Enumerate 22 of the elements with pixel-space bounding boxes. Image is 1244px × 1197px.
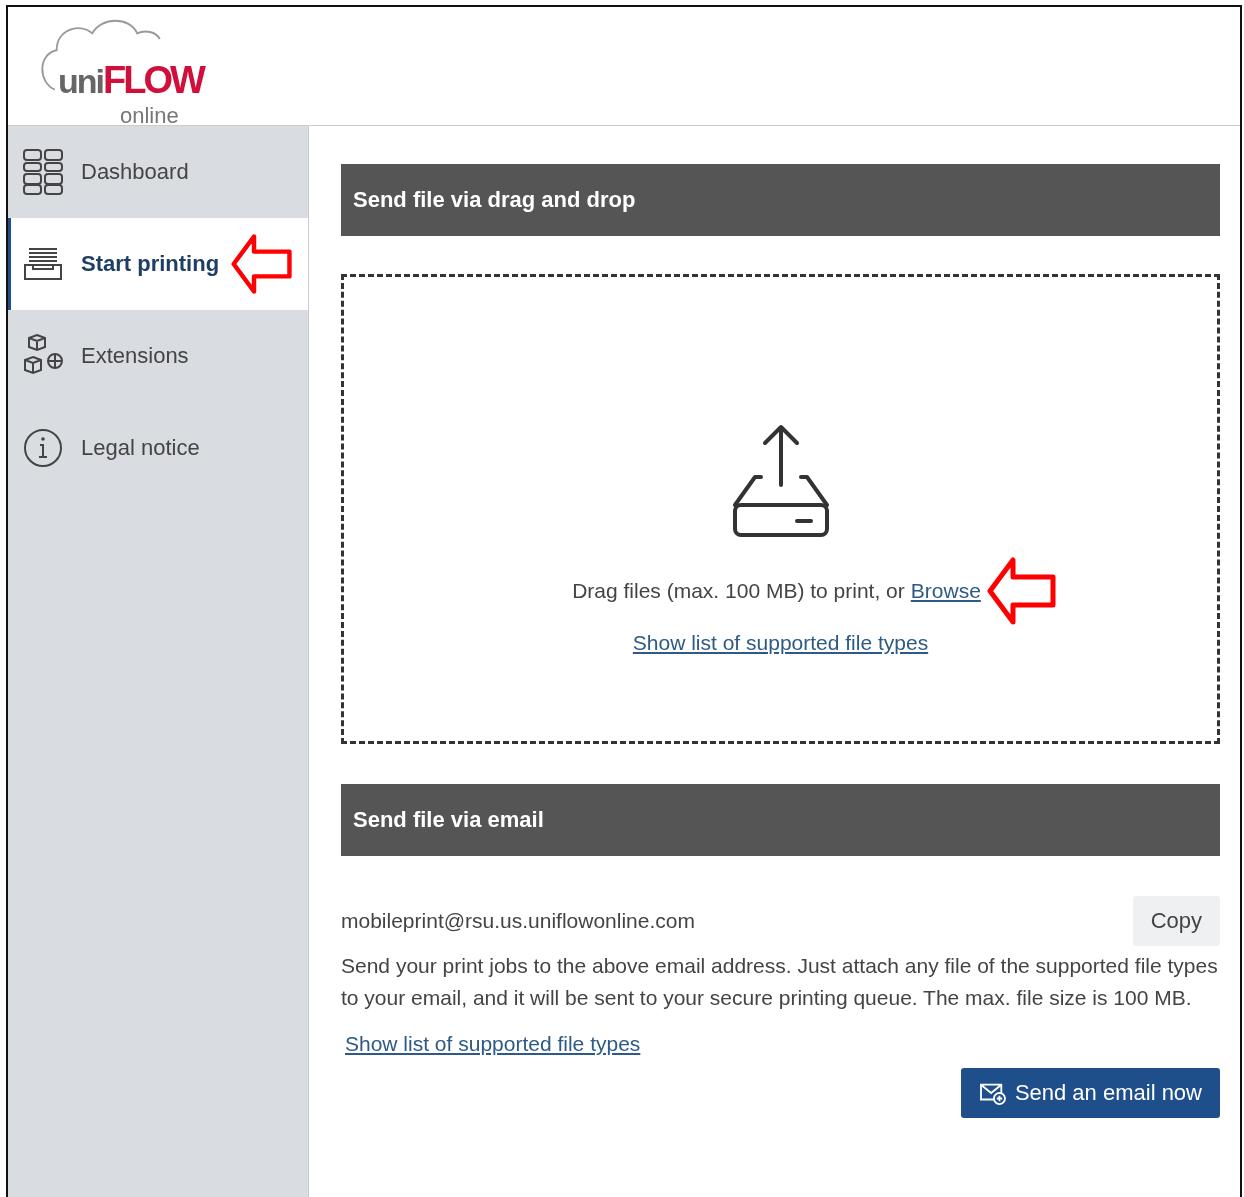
logo-brand: FLOW	[103, 59, 203, 102]
grid-icon	[23, 149, 63, 195]
sidebar-item[interactable]: Dashboard	[8, 126, 308, 218]
file-types-link[interactable]: Show list of supported file types	[345, 1032, 641, 1056]
section-header: Send file via drag and drop	[341, 164, 1220, 236]
file-types-link[interactable]: Show list of supported file types	[632, 631, 929, 655]
drop-zone[interactable]: Drag files (max. 100 MB) to print, or Browse Show list of supported file types	[341, 274, 1220, 744]
sidebar-item[interactable]: Start printing	[8, 218, 308, 310]
email-description: Send your print jobs to the above email address. Just attach any file of the supported file types to your email, and it will be sent to your secure printing queue. The max. file size is 100 MB.	[341, 953, 1219, 1011]
sidebar-item[interactable]: Legal notice	[8, 402, 308, 494]
drop-prompt: Drag files (max. 100 MB) to print, or	[572, 579, 905, 603]
send-email-button[interactable]: Send an email now	[960, 1068, 1220, 1118]
section-header: Send file via email	[341, 784, 1220, 856]
mail-icon	[978, 1081, 1007, 1105]
copy-button[interactable]: Copy	[1132, 896, 1220, 946]
sidebar-item[interactable]: Extensions	[8, 310, 308, 402]
info-icon	[23, 428, 63, 468]
logo-tagline: online	[120, 103, 179, 129]
printer-tray-icon	[23, 247, 63, 281]
logo-prefix: uni	[58, 62, 103, 101]
email-address: mobileprint@rsu.us.uniflowonline.com	[341, 909, 695, 933]
browse-link[interactable]: Browse	[910, 579, 981, 603]
